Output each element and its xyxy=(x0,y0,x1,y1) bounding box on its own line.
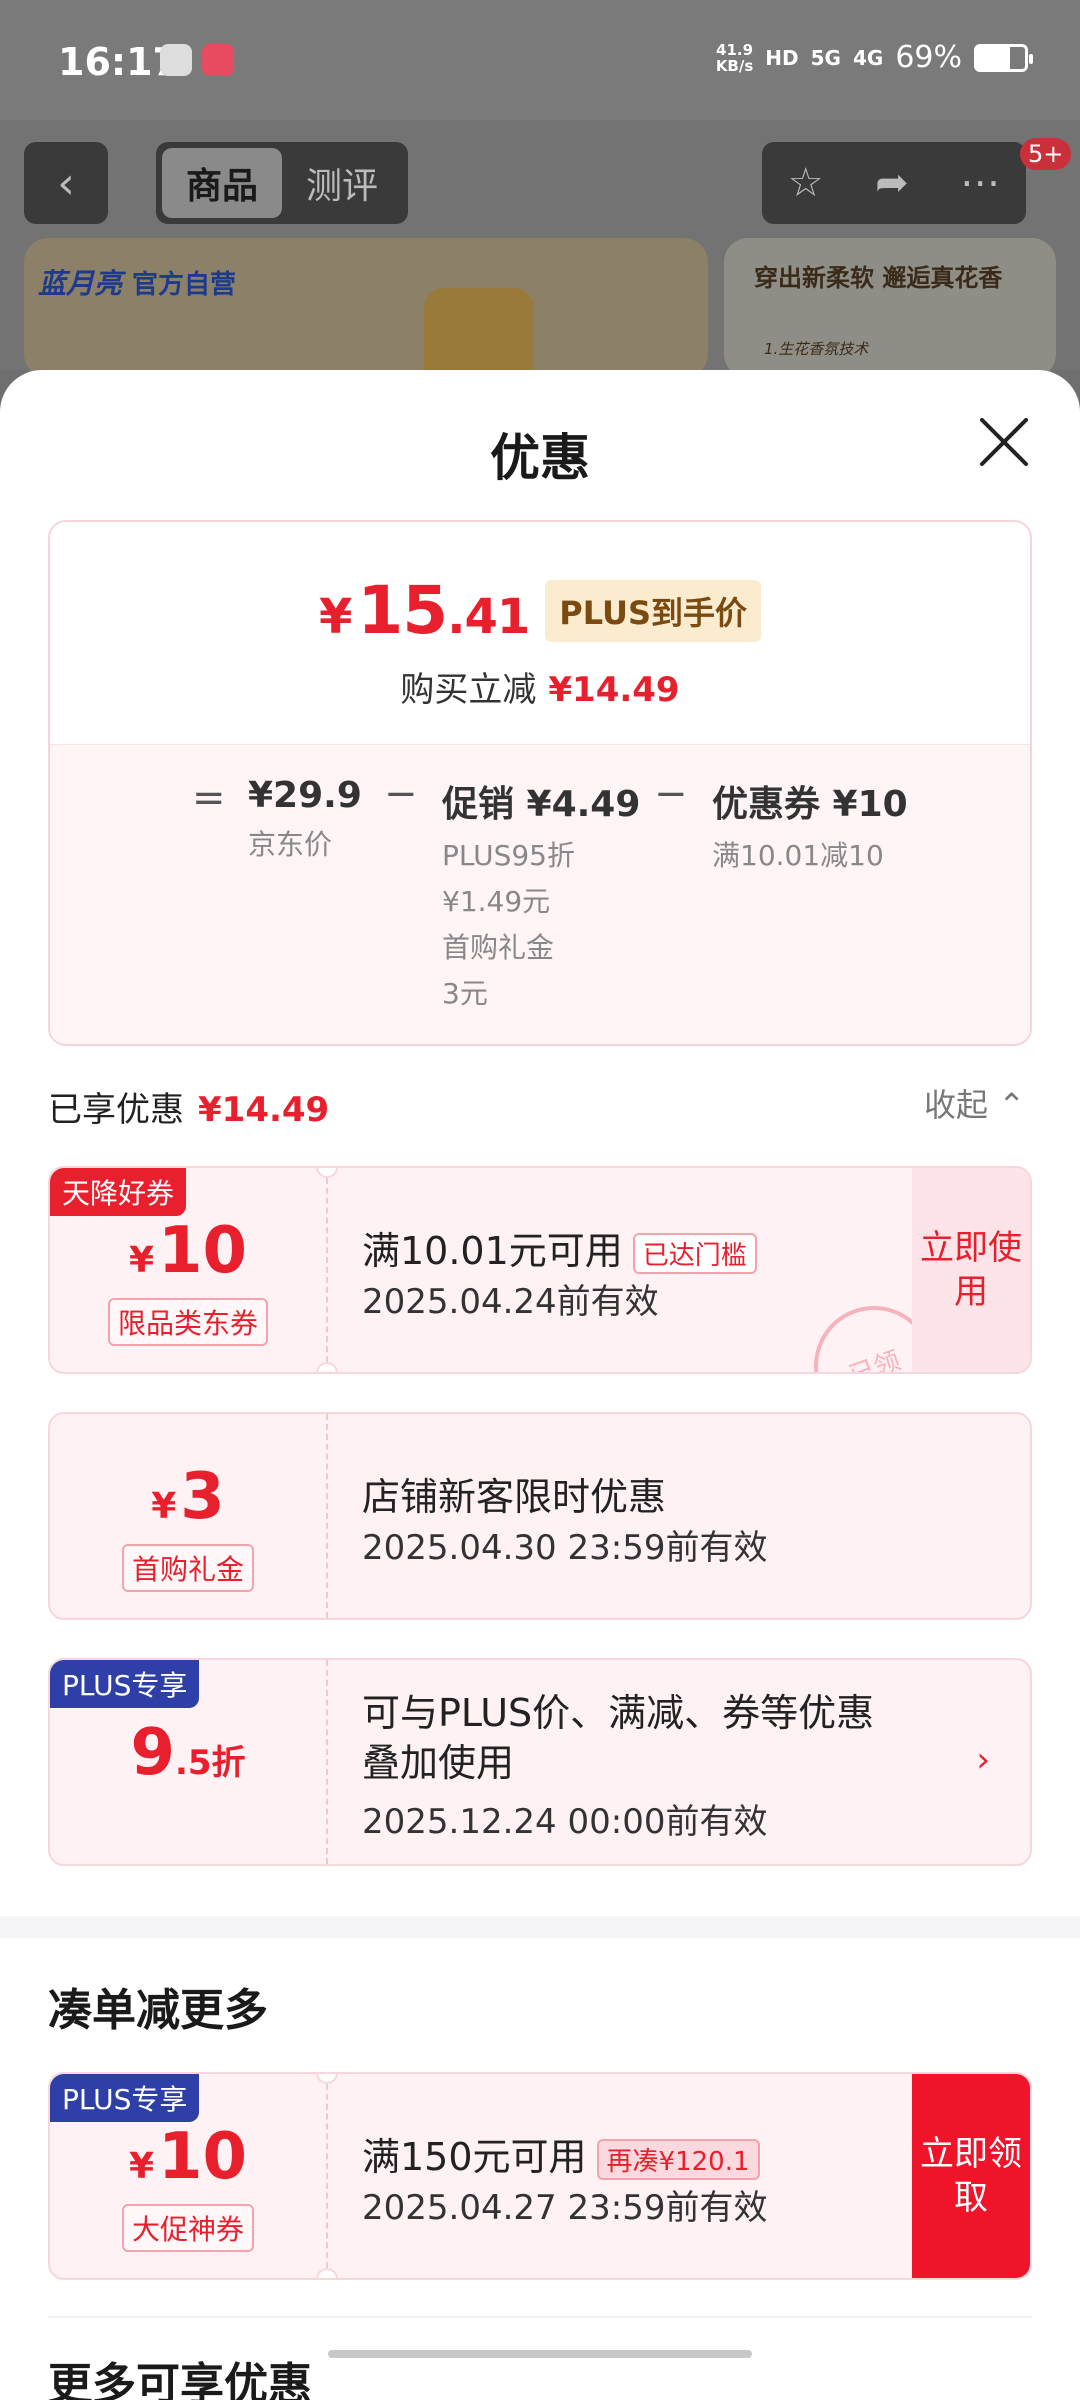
battery-percent: 69% xyxy=(895,40,962,75)
coupon-type: 限品类东券 xyxy=(50,1298,326,1346)
chevron-right-icon[interactable]: › xyxy=(976,1740,990,1780)
coupon-expiry: 2025.04.30 23:59前有效 xyxy=(362,1528,768,1568)
coupon-corner-tag: PLUS专享 xyxy=(50,2074,200,2122)
coupon-card: PLUS专享 ¥10 大促神券 满150元可用 再凑¥120.1 2025.04.… xyxy=(48,2072,1032,2280)
gap-tag: 再凑¥120.1 xyxy=(596,2139,760,2180)
back-button[interactable]: ‹ xyxy=(24,142,108,224)
threshold-tag: 已达门槛 xyxy=(632,1233,757,1274)
promo-breakdown: 促销 ¥4.49 PLUS95折 ¥1.49元 首购礼金 3元 xyxy=(442,784,641,1010)
collapse-button[interactable]: 收起 ⌃ xyxy=(924,1080,1025,1126)
coupon-condition: 店铺新客限时优惠 xyxy=(362,1475,667,1519)
network-speed: 41.9 KB/s xyxy=(715,40,754,75)
promo-slogan: 穿出新柔软 邂逅真花香 xyxy=(754,264,1003,292)
header-actions: ☆ ➦ ⋯ xyxy=(762,142,1026,224)
chevron-left-icon: ‹ xyxy=(57,157,75,209)
coupon-amount: 9.5折 xyxy=(130,1716,246,1790)
more-icon[interactable]: ⋯ xyxy=(960,160,1000,206)
enjoyed-discount: 已享优惠 ¥14.49 xyxy=(48,1090,330,1130)
claim-now-button[interactable]: 立即领取 xyxy=(912,2074,1030,2278)
coupon-corner-tag: 天降好券 xyxy=(50,1168,187,1216)
coupon-card[interactable]: PLUS专享 9.5折 可与PLUS价、满减、券等优惠 叠加使用 2025.12.… xyxy=(48,1658,1032,1866)
coupon-expiry: 2025.12.24 00:00前有效 xyxy=(362,1802,768,1842)
product-banner: 蓝月亮 官方自营 xyxy=(24,238,708,378)
discount-sheet: 优惠 ¥15.41 PLUS到手价 购买立减 ¥14.49 = ¥29.9 京东价… xyxy=(0,370,1080,2400)
coupon-expiry: 2025.04.24前有效 xyxy=(362,1282,659,1322)
battery-icon xyxy=(974,43,1033,72)
coupon-amount: ¥10 xyxy=(128,1214,248,1288)
price-summary-card: ¥15.41 PLUS到手价 购买立减 ¥14.49 = ¥29.9 京东价 − … xyxy=(48,520,1032,1046)
coupon-condition: 满10.01元可用 已达门槛 xyxy=(362,1220,757,1275)
app-notification-icon xyxy=(202,44,234,76)
close-icon[interactable] xyxy=(978,416,1030,468)
tab-product[interactable]: 商品 xyxy=(162,148,282,218)
promo-banner: 穿出新柔软 邂逅真花香 1.生花香氛技术 xyxy=(724,238,1056,378)
final-price: ¥15.41 xyxy=(318,572,530,649)
brand-logo: 蓝月亮 官方自营 xyxy=(38,267,237,300)
instant-discount: 购买立减 ¥14.49 xyxy=(400,670,680,710)
coupon-type: 首购礼金 xyxy=(50,1544,326,1592)
coupon-condition: 满150元可用 再凑¥120.1 xyxy=(362,2126,760,2181)
coupon-condition: 可与PLUS价、满减、券等优惠 叠加使用 xyxy=(362,1691,875,1785)
plus-price-tag: PLUS到手价 xyxy=(545,579,762,642)
coupon-card: ¥3 首购礼金 店铺新客限时优惠 2025.04.30 23:59前有效 xyxy=(48,1412,1032,1620)
coupon-type: 大促神券 xyxy=(50,2204,326,2252)
coupon-breakdown: 优惠券 ¥10 满10.01减10 xyxy=(712,784,908,872)
system-indicators: 41.9 KB/s HD 5G 4G 69% xyxy=(715,40,1033,75)
tab-review[interactable]: 测评 xyxy=(282,148,402,218)
app-notification-icon xyxy=(160,44,192,76)
signal-5g-icon: 5G xyxy=(810,45,841,70)
section-title: 凑单减更多 xyxy=(48,1985,268,2036)
sheet-title: 优惠 xyxy=(490,429,590,487)
status-bar: 16:17 41.9 KB/s HD 5G 4G 69% xyxy=(0,0,1080,120)
header-tabs: 商品 测评 xyxy=(156,142,408,224)
share-icon[interactable]: ➦ xyxy=(875,160,909,206)
signal-4g-icon: 4G xyxy=(852,45,884,70)
notification-icons xyxy=(160,44,234,76)
promo-tech: 1.生花香氛技术 xyxy=(764,340,869,358)
home-indicator[interactable] xyxy=(328,2350,752,2358)
chevron-up-icon: ⌃ xyxy=(998,1086,1025,1124)
jd-price: ¥29.9 京东价 xyxy=(248,775,362,861)
use-now-button[interactable]: 立即使用 xyxy=(912,1168,1030,1372)
coupon-amount: ¥10 xyxy=(128,2120,248,2194)
coupon-amount: ¥3 xyxy=(151,1460,225,1534)
message-badge: 5+ xyxy=(1020,138,1072,170)
product-header: ‹ 商品 测评 ☆ ➦ ⋯ 5+ 蓝月亮 官方自营 穿出新柔软 邂逅真花香 1.生… xyxy=(0,120,1080,378)
coupon-card: 天降好券 ¥10 限品类东券 满10.01元可用 已达门槛 2025.04.24前… xyxy=(48,1166,1032,1374)
section-title: 更多可享优惠 xyxy=(48,2359,312,2400)
star-icon[interactable]: ☆ xyxy=(788,160,824,206)
coupon-expiry: 2025.04.27 23:59前有效 xyxy=(362,2188,768,2228)
coupon-corner-tag: PLUS专享 xyxy=(50,1660,200,1708)
price-breakdown: = ¥29.9 京东价 − 促销 ¥4.49 PLUS95折 ¥1.49元 首购礼金… xyxy=(50,744,1030,1044)
product-image xyxy=(424,288,534,378)
hd-icon: HD xyxy=(765,45,799,70)
